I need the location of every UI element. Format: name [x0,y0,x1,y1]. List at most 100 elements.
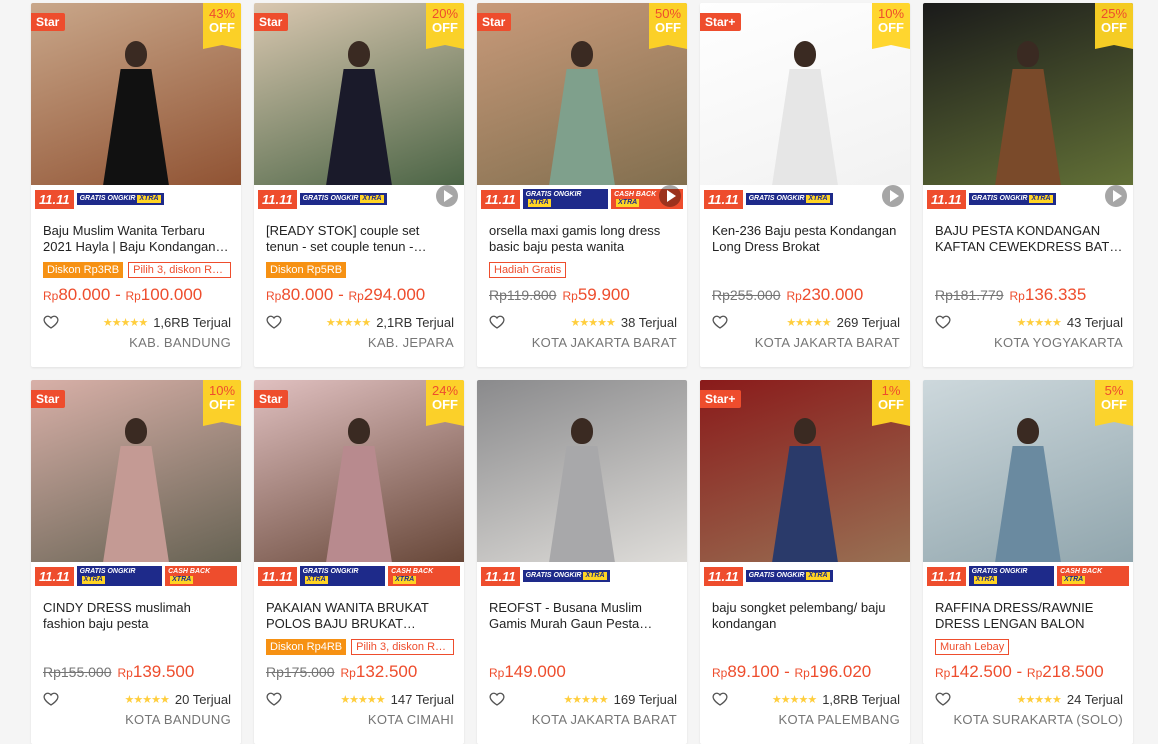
model-figure [324,41,394,199]
price-row: Rp181.779 Rp136.335 [935,281,1123,309]
sold-count: 1,6RB Terjual [153,314,231,330]
meta-row: ★★★★★ 169 Terjual [489,688,677,710]
currency: Rp [340,666,356,680]
heart-icon[interactable] [935,691,951,707]
product-card[interactable]: Star+ 1% OFF 11.11 GRATIS ONGKIR XTRA baju son… [700,380,910,744]
product-image[interactable]: Star 43% OFF 11.11 GRATIS ONGKIR XTRA [31,3,241,213]
discount-percent: 5% [1104,383,1124,398]
current-price: Rp89.100 - Rp196.020 [712,662,872,681]
product-card[interactable]: Star+ 10% OFF 11.11 GRATIS ONGKIR XTRA Ken-236… [700,3,910,367]
model-figure [324,418,394,576]
heart-icon[interactable] [489,691,505,707]
product-card[interactable]: Star 20% OFF 11.11 GRATIS ONGKIR XTRA [READY S… [254,3,464,367]
product-title[interactable]: RAFFINA DRESS/RAWNIE DRESS LENGAN BALON [935,600,1123,632]
shop-location: KOTA PALEMBANG [778,712,900,727]
product-info: RAFFINA DRESS/RAWNIE DRESS LENGAN BALON M… [923,590,1133,727]
heart-icon[interactable] [712,314,728,330]
product-image[interactable]: Star+ 10% OFF 11.11 GRATIS ONGKIR XTRA [700,3,910,213]
heart-icon[interactable] [266,691,282,707]
product-card[interactable]: 25% OFF 11.11 GRATIS ONGKIR XTRA BAJU PESTA K… [923,3,1133,367]
free-shipping-badge: GRATIS ONGKIRXTRA [299,566,386,586]
cashback-badge: CASH BACKXTRA [165,566,237,586]
product-image[interactable]: 11.11 GRATIS ONGKIR XTRA [477,380,687,590]
product-card[interactable]: Star 10% OFF 11.11 GRATIS ONGKIRXTRA CASH BAC… [31,380,241,744]
model-head [348,41,370,67]
heart-icon[interactable] [43,691,59,707]
product-image[interactable]: Star+ 1% OFF 11.11 GRATIS ONGKIR XTRA [700,380,910,590]
product-image[interactable]: Star 24% OFF 11.11 GRATIS ONGKIRXTRA CASH BAC… [254,380,464,590]
product-title[interactable]: BAJU PESTA KONDANGAN KAFTAN CEWEKDRESS B… [935,223,1123,255]
campaign-badge: 11.11 [258,566,297,586]
product-title[interactable]: PAKAIAN WANITA BRUKAT POLOS BAJU BRUKAT … [266,600,454,632]
meta-row: ★★★★★ 147 Terjual [266,688,454,710]
model-head [571,41,593,67]
discount-off: OFF [209,20,235,35]
product-title[interactable]: [READY STOK] couple set tenun - set coup… [266,223,454,255]
shop-location: KOTA CIMAHI [367,712,454,727]
currency: Rp [1009,289,1025,303]
product-card[interactable]: Star 24% OFF 11.11 GRATIS ONGKIRXTRA CASH BAC… [254,380,464,744]
product-image[interactable]: Star 10% OFF 11.11 GRATIS ONGKIRXTRA CASH BAC… [31,380,241,590]
product-image[interactable]: Star 20% OFF 11.11 GRATIS ONGKIR XTRA [254,3,464,213]
product-title[interactable]: orsella maxi gamis long dress basic baju… [489,223,677,255]
current-price: Rp136.335 [1009,285,1087,304]
shop-location: KAB. BANDUNG [129,335,231,350]
promo-banner: 11.11 GRATIS ONGKIR XTRA [700,185,910,213]
play-video-icon[interactable] [1105,185,1127,207]
rating-sold: ★★★★★ 43 Terjual [1017,315,1123,330]
discount-label: 43% OFF [203,3,241,49]
play-video-icon[interactable] [436,185,458,207]
heart-icon[interactable] [935,314,951,330]
product-image[interactable]: Star 50% OFF 11.11 GRATIS ONGKIRXTRA CASH BAC… [477,3,687,213]
meta-row: ★★★★★ 38 Terjual [489,311,677,333]
star-plus-badge: Star+ [700,13,742,31]
product-title[interactable]: Ken-236 Baju pesta Kondangan Long Dress … [712,223,900,255]
rating-stars: ★★★★★ [570,316,616,329]
rating-stars: ★★★★★ [563,693,608,706]
product-card[interactable]: Star 50% OFF 11.11 GRATIS ONGKIRXTRA CASH BAC… [477,3,687,367]
original-price: Rp255.000 [712,287,781,303]
heart-icon[interactable] [266,314,282,330]
product-title[interactable]: CINDY DRESS muslimah fashion baju pesta [43,600,231,632]
currency: Rp [43,289,59,303]
product-card[interactable]: Star 43% OFF 11.11 GRATIS ONGKIR XTRA Baju Mus… [31,3,241,367]
campaign-badge: 11.11 [258,189,297,209]
discount-off: OFF [878,20,904,35]
promo-badge: Diskon Rp5RB [266,262,347,278]
product-image[interactable]: 25% OFF 11.11 GRATIS ONGKIR XTRA [923,3,1133,213]
xtra-label: XTRA [1062,576,1086,584]
rating-stars: ★★★★★ [771,693,817,706]
product-image[interactable]: 5% OFF 11.11 GRATIS ONGKIRXTRA CASH BACKXTRA [923,380,1133,590]
product-title[interactable]: Baju Muslim Wanita Terbaru 2021 Hayla | … [43,223,231,255]
free-shipping-badge: GRATIS ONGKIRXTRA [968,566,1055,586]
model-dress [101,446,171,576]
promo-badges [935,259,1123,281]
model-head [125,41,147,67]
sold-count: 169 Terjual [613,691,677,707]
heart-icon[interactable] [43,314,59,330]
shop-location: KOTA YOGYAKARTA [993,335,1123,350]
campaign-badge: 11.11 [927,189,966,209]
discount-label: 20% OFF [426,3,464,49]
model-figure [993,418,1063,576]
play-video-icon[interactable] [882,185,904,207]
product-title[interactable]: REOFST - Busana Muslim Gamis Murah Gaun … [489,600,677,632]
free-shipping-badge: GRATIS ONGKIRXTRA [968,193,1056,205]
xtra-label: XTRA [806,572,830,580]
product-card[interactable]: 5% OFF 11.11 GRATIS ONGKIRXTRA CASH BACKXTRA… [923,380,1133,744]
product-info: [READY STOK] couple set tenun - set coup… [254,213,464,350]
heart-icon[interactable] [712,691,728,707]
play-video-icon[interactable] [659,185,681,207]
product-title[interactable]: baju songket pelembang/ baju kondangan [712,600,900,632]
model-figure [547,418,617,576]
shop-location: KAB. JEPARA [367,335,454,350]
heart-icon[interactable] [489,314,505,330]
sold-count: 24 Terjual [1066,691,1123,707]
currency: Rp [348,289,364,303]
current-price: Rp59.900 [562,285,630,304]
discount-off: OFF [1101,397,1127,412]
product-grid: Star 43% OFF 11.11 GRATIS ONGKIR XTRA Baju Mus… [0,0,1158,744]
current-price: Rp132.500 [340,662,418,681]
free-shipping-badge: GRATIS ONGKIRXTRA [76,193,164,205]
product-card[interactable]: 11.11 GRATIS ONGKIR XTRA REOFST - Busana Mu… [477,380,687,744]
